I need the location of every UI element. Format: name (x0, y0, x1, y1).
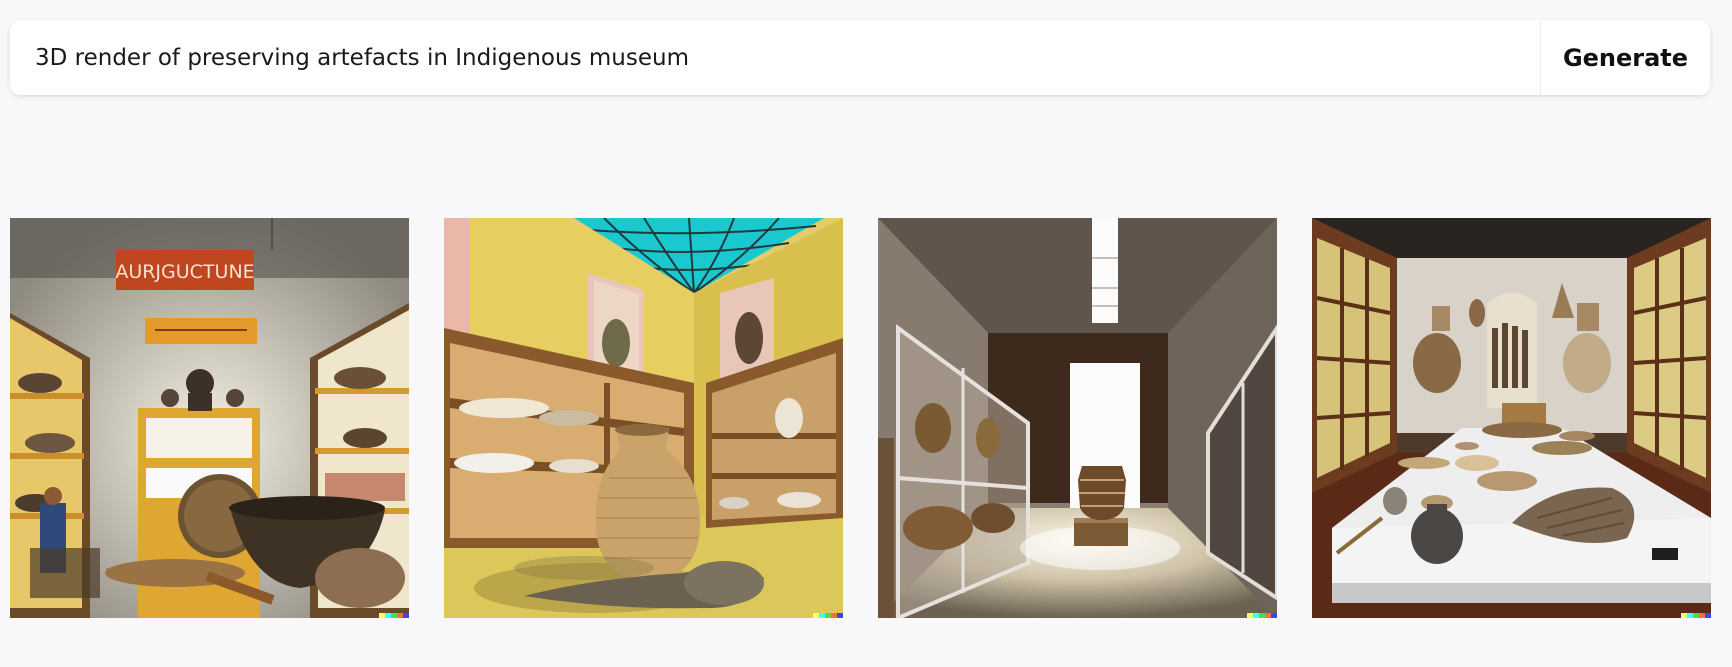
watermark (379, 613, 409, 618)
watermark-swatch (837, 613, 843, 618)
generate-button[interactable]: Generate (1540, 20, 1710, 95)
watermark (1247, 613, 1277, 618)
generated-image-2[interactable] (444, 218, 843, 618)
generated-image-1[interactable]: AURJGUCTUNE (10, 218, 409, 618)
generated-image-3[interactable] (878, 218, 1277, 618)
watermark-swatch (1271, 613, 1277, 618)
sign-text: AURJGUCTUNE (115, 261, 254, 283)
watermark (1681, 613, 1711, 618)
prompt-bar: Generate (10, 20, 1710, 95)
watermark-swatch (403, 613, 409, 618)
watermark (813, 613, 843, 618)
prompt-input[interactable] (10, 20, 1540, 95)
watermark-swatch (1705, 613, 1711, 618)
generated-image-4[interactable] (1312, 218, 1711, 618)
